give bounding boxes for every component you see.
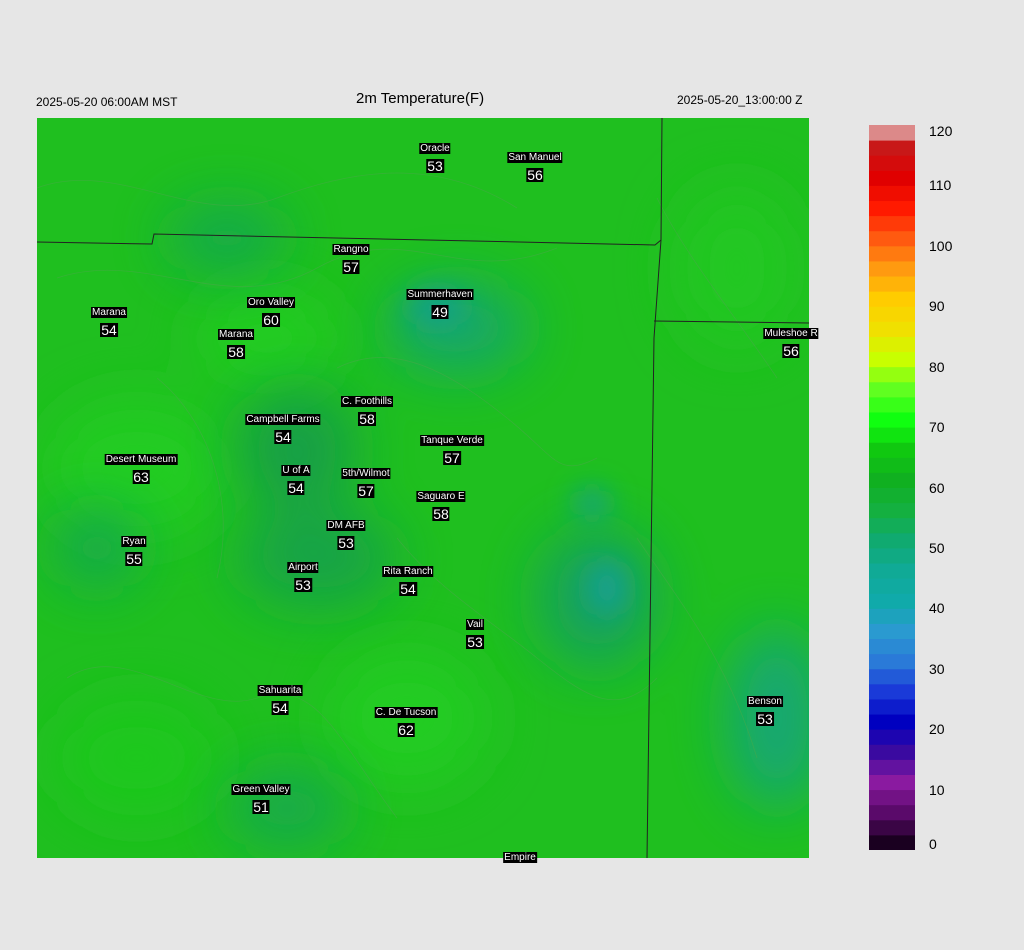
colorbar-band [869,729,915,745]
colorbar-band [869,185,915,202]
colorbar-tick-label: 60 [929,479,945,496]
colorbar-band [869,593,915,609]
colorbar-band [869,427,915,443]
temperature-field [37,118,809,858]
colorbar-band [869,774,915,791]
colorbar-band [869,200,915,217]
colorbar-tick-label: 120 [929,123,953,139]
colorbar-band [869,351,915,368]
colorbar-band [869,668,915,685]
colorbar-tick-label: 70 [929,419,945,436]
colorbar-tick-label: 100 [929,237,953,254]
colorbar-tick-label: 110 [929,177,952,194]
colorbar-band [869,442,915,458]
colorbar-band [869,608,915,624]
colorbar-band [869,714,915,730]
colorbar-tick-label: 30 [929,660,945,677]
colorbar-band [869,804,915,821]
colorbar-band [869,578,915,594]
colorbar-band [869,245,915,262]
colorbar-band [869,789,915,806]
colorbar-band [869,125,915,141]
colorbar-band [869,336,915,353]
colorbar-tick-label: 40 [929,600,945,617]
colorbar-band [869,653,915,670]
colorbar-band [869,759,915,775]
colorbar-band [869,396,915,413]
colorbar-tick-label: 10 [929,781,945,798]
colorbar-band [869,623,915,640]
map-title: 2m Temperature(F) [356,90,485,107]
colorbar-band [869,563,915,579]
colorbar-band [869,215,915,232]
temperature-map [37,118,809,858]
colorbar-band [869,230,915,247]
colorbar-tick-label: 50 [929,539,945,556]
colorbar-band [869,744,915,760]
colorbar-band [869,532,915,549]
colorbar-band [869,155,915,171]
colorbar-band [869,683,915,700]
colorbar-band [869,517,915,534]
colorbar-band [869,140,915,156]
valid-time-label: 2025-05-20 06:00AM MST [36,95,178,109]
colorbar-band [869,321,915,337]
colorbar [869,125,915,850]
colorbar-band [869,381,915,398]
colorbar-tick-label: 20 [929,721,945,738]
colorbar-band [869,834,915,850]
colorbar-band [869,260,915,277]
colorbar-band [869,819,915,836]
colorbar-band [869,170,915,186]
colorbar-band [869,502,915,519]
colorbar-band [869,698,915,715]
colorbar-band [869,487,915,504]
colorbar-band [869,276,915,292]
colorbar-tick-label: 80 [929,358,945,375]
colorbar-band [869,306,915,322]
colorbar-band [869,638,915,655]
colorbar-band [869,291,915,307]
colorbar-tick-label: 0 [929,836,937,852]
colorbar-band [869,457,915,473]
colorbar-tick-label: 90 [929,298,945,315]
colorbar-band [869,366,915,383]
colorbar-band [869,547,915,564]
colorbar-band [869,411,915,428]
colorbar-band [869,472,915,488]
init-time-label: 2025-05-20_13:00:00 Z [677,93,803,107]
